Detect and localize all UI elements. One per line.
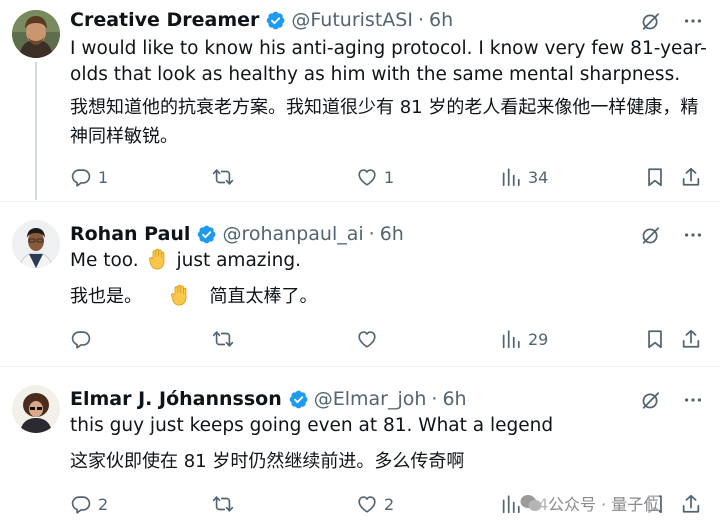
- share-button[interactable]: [680, 328, 702, 350]
- verified-badge-icon: [196, 224, 217, 245]
- reply-button[interactable]: 2: [70, 493, 108, 515]
- tweet-text-en-prefix: Me too.: [70, 250, 139, 271]
- reply-icon: [70, 166, 92, 188]
- reply-count: 2: [98, 494, 109, 514]
- views-button[interactable]: 34: [500, 166, 548, 188]
- raised-hand-emoji-icon: [148, 248, 168, 270]
- author-name[interactable]: Elmar J. Jóhannsson: [70, 388, 282, 410]
- bookmark-button[interactable]: [644, 166, 666, 188]
- retweet-icon: [212, 328, 234, 350]
- retweet-button[interactable]: [212, 328, 240, 350]
- tweet-2[interactable]: Rohan Paul @rohanpaul_ai · 6h Me too. ju…: [0, 202, 720, 366]
- tweet-text-zh-suffix: 简直太棒了。: [209, 286, 318, 307]
- reply-button[interactable]: [70, 328, 98, 350]
- more-horizontal-icon[interactable]: [682, 224, 704, 246]
- grok-slash-circle-icon[interactable]: [640, 389, 662, 411]
- author-handle[interactable]: @Elmar_joh: [314, 388, 427, 410]
- avatar[interactable]: [12, 10, 60, 58]
- like-button[interactable]: [356, 328, 384, 350]
- views-bar-chart-icon: [500, 493, 522, 515]
- views-button[interactable]: 29: [500, 328, 548, 350]
- timestamp[interactable]: 6h: [429, 9, 453, 31]
- avatar[interactable]: [12, 220, 60, 268]
- like-count: 1: [384, 167, 395, 187]
- share-icon: [680, 328, 702, 350]
- more-horizontal-icon[interactable]: [682, 10, 704, 32]
- like-button[interactable]: 1: [356, 166, 394, 188]
- reply-count: 1: [98, 167, 109, 187]
- heart-icon: [356, 328, 378, 350]
- tweet-header: Rohan Paul @rohanpaul_ai · 6h: [70, 222, 404, 246]
- author-name[interactable]: Rohan Paul: [70, 223, 190, 245]
- separator-dot: ·: [368, 223, 375, 245]
- timestamp[interactable]: 6h: [380, 223, 404, 245]
- wechat-icon: [520, 495, 542, 511]
- heart-icon: [356, 166, 378, 188]
- tweet-text-zh-prefix: 我也是。: [70, 286, 142, 307]
- tweet-1[interactable]: Creative Dreamer @FuturistASI · 6h I wou…: [0, 0, 720, 200]
- bookmark-icon: [644, 328, 666, 350]
- views-bar-chart-icon: [500, 166, 522, 188]
- action-bar: 1 1 34: [66, 166, 706, 196]
- avatar[interactable]: [12, 385, 60, 433]
- grok-slash-circle-icon[interactable]: [640, 224, 662, 246]
- views-count: 34: [528, 167, 549, 187]
- more-horizontal-icon[interactable]: [682, 389, 704, 411]
- timestamp[interactable]: 6h: [442, 388, 466, 410]
- like-count: 2: [384, 494, 395, 514]
- bookmark-icon: [644, 166, 666, 188]
- share-button[interactable]: [680, 493, 702, 515]
- reply-icon: [70, 493, 92, 515]
- verified-badge-icon: [265, 10, 286, 31]
- watermark: 公众号 · 量子位: [520, 488, 660, 518]
- watermark-text: 公众号 · 量子位: [548, 495, 660, 514]
- tweet-text-en: I would like to know his anti-aging prot…: [70, 38, 707, 85]
- raised-hand-emoji-icon: [170, 284, 190, 306]
- thread-line: [35, 62, 37, 200]
- share-icon: [680, 493, 702, 515]
- bookmark-button[interactable]: [644, 328, 666, 350]
- tweet-text-en: Me too. just amazing.: [70, 248, 710, 274]
- reply-button[interactable]: 1: [70, 166, 108, 188]
- retweet-icon: [212, 493, 234, 515]
- views-count: 29: [528, 329, 549, 349]
- retweet-button[interactable]: [212, 493, 240, 515]
- separator-dot: ·: [431, 388, 438, 410]
- tweet-header: Creative Dreamer @FuturistASI · 6h: [70, 8, 453, 32]
- grok-slash-circle-icon[interactable]: [640, 10, 662, 32]
- tweet-text-zh: 我也是。 简直太棒了。: [70, 282, 710, 311]
- retweet-icon: [212, 166, 234, 188]
- tweet-text-en: this guy just keeps going even at 81. Wh…: [70, 415, 554, 436]
- tweet-text-en-suffix: just amazing.: [176, 250, 301, 271]
- verified-badge-icon: [288, 389, 309, 410]
- author-name[interactable]: Creative Dreamer: [70, 9, 259, 31]
- author-handle[interactable]: @rohanpaul_ai: [222, 223, 363, 245]
- tweet-text-zh: 我想知道他的抗衰老方案。我知道很少有 81 岁的老人看起来像他一样健康，精神同样…: [70, 97, 699, 147]
- like-button[interactable]: 2: [356, 493, 394, 515]
- retweet-button[interactable]: [212, 166, 240, 188]
- author-handle[interactable]: @FuturistASI: [291, 9, 413, 31]
- reply-icon: [70, 328, 92, 350]
- separator-dot: ·: [417, 9, 424, 31]
- tweet-header: Elmar J. Jóhannsson @Elmar_joh · 6h: [70, 387, 467, 411]
- share-icon: [680, 166, 702, 188]
- views-bar-chart-icon: [500, 328, 522, 350]
- share-button[interactable]: [680, 166, 702, 188]
- action-bar: 29: [66, 328, 706, 358]
- tweet-text-zh: 这家伙即使在 81 岁时仍然继续前进。多么传奇啊: [70, 451, 465, 472]
- heart-icon: [356, 493, 378, 515]
